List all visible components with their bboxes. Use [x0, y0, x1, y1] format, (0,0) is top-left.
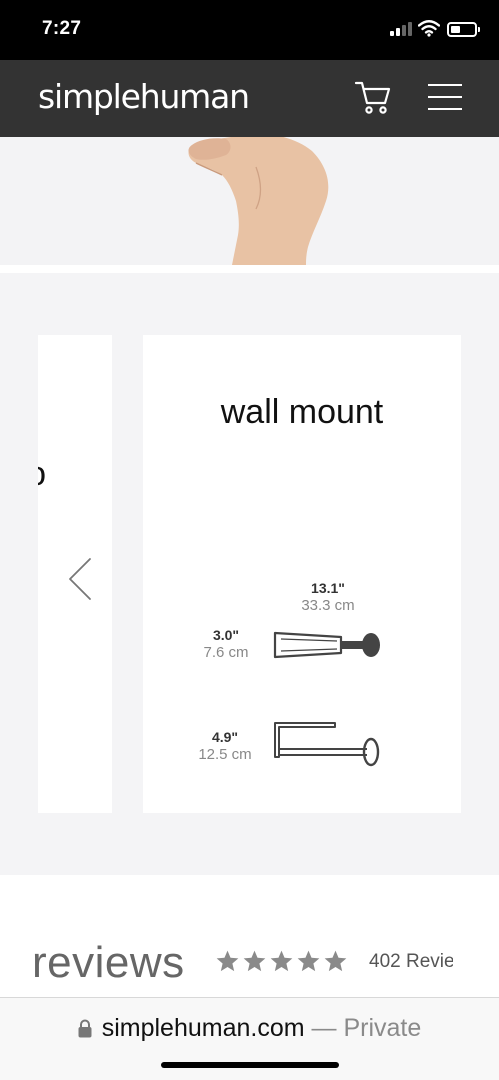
star-icon [324, 950, 347, 972]
status-bar: 7:27 [0, 0, 499, 60]
mounting-options-carousel: o wall mount 13.1" 33.3 cm 3.0" 7.6 cm [0, 273, 499, 875]
side-view-diagram [274, 722, 380, 767]
page: 7:27 simplehuman wall mount 13.1" 33.3 c… [0, 0, 499, 1080]
wifi-icon [418, 20, 440, 37]
status-time: 7:27 [42, 18, 82, 39]
url-domain: simplehuman.com [101, 1014, 305, 1042]
cellular-signal-icon [390, 22, 412, 36]
cart-icon[interactable] [354, 78, 392, 116]
star-icon [216, 950, 239, 972]
browsing-mode-label: Private [343, 1014, 422, 1042]
hamburger-menu-icon[interactable] [428, 82, 462, 112]
carousel-card-wall-mount[interactable]: wall mount 13.1" 33.3 cm 3.0" 7.6 cm 4.9… [143, 335, 461, 813]
length-dimension-label: 13.1" 33.3 cm [301, 580, 355, 614]
brand-logo[interactable]: simplehuman [38, 77, 250, 116]
height-dimension-label: 4.9" 12.5 cm [198, 729, 252, 763]
reviews-heading: reviews [32, 938, 185, 987]
star-icon [297, 950, 320, 972]
lock-icon [78, 1019, 92, 1038]
product-hero-image [0, 137, 499, 265]
battery-level [451, 26, 460, 33]
top-view-diagram [273, 631, 380, 659]
url-display[interactable]: simplehuman.com — Private [0, 1014, 499, 1043]
section-divider [0, 265, 499, 273]
reviews-section: reviews 402 Reviews [0, 875, 499, 1000]
review-count[interactable]: 402 Reviews [369, 951, 453, 973]
chevron-left-icon[interactable] [66, 557, 94, 601]
site-header: simplehuman [0, 60, 499, 137]
card-title: wall mount [220, 393, 384, 431]
star-icon [270, 950, 293, 972]
carousel-card-previous-title: o [38, 455, 46, 494]
star-icon [243, 950, 266, 972]
hand-illustration [188, 137, 329, 265]
url-separator: — [304, 1014, 344, 1042]
battery-icon [447, 22, 480, 37]
star-rating[interactable] [215, 949, 348, 975]
browser-address-bar[interactable]: simplehuman.com — Private [0, 997, 499, 1080]
depth-dimension-label: 3.0" 7.6 cm [203, 627, 249, 661]
home-indicator[interactable] [161, 1062, 339, 1068]
